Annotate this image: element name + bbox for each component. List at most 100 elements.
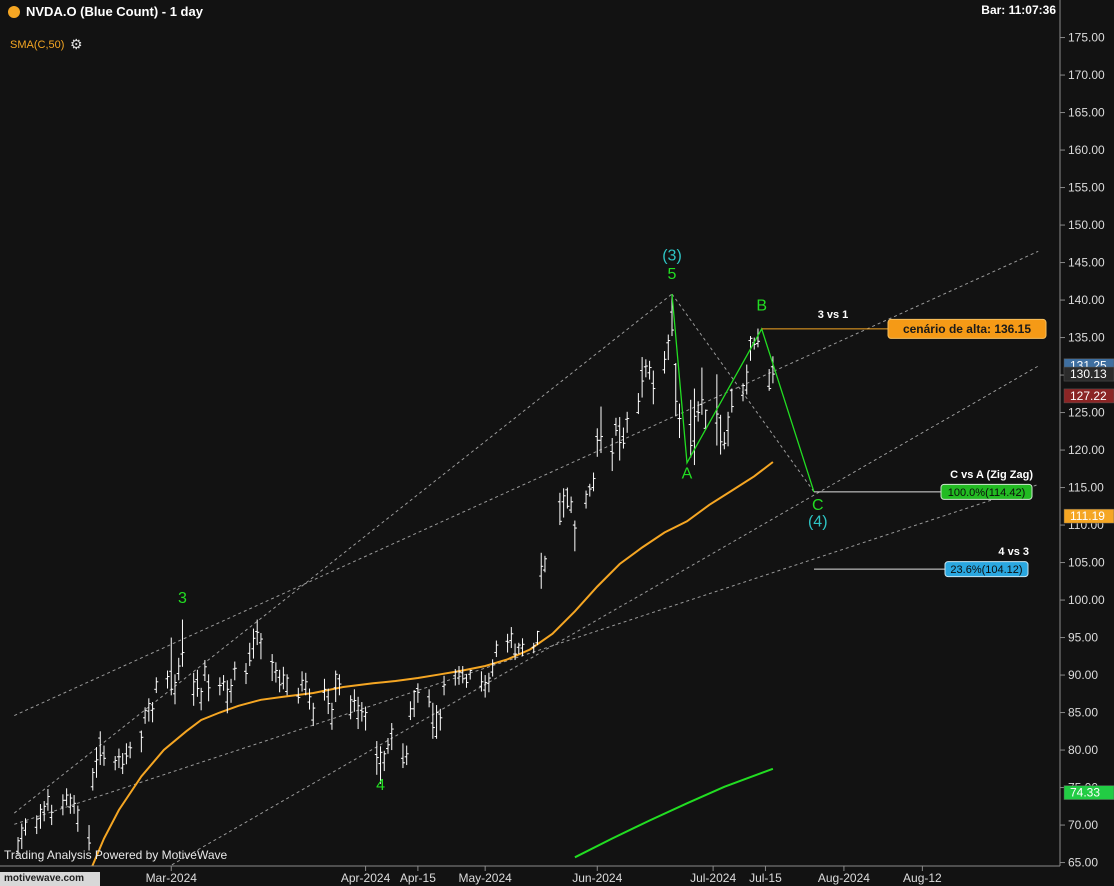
channel-line <box>13 293 673 814</box>
ohlc-bar <box>128 741 133 759</box>
ohlc-bar <box>247 642 252 667</box>
ohlc-bar <box>726 411 731 447</box>
time-axis-label: Aug-12 <box>903 871 942 885</box>
price-axis-label: 70.00 <box>1068 818 1098 832</box>
ohlc-bar <box>565 487 570 509</box>
ohlc-bar <box>677 403 682 439</box>
ohlc-bar <box>64 788 69 806</box>
ohlc-bar <box>666 334 671 361</box>
ohlc-bar <box>329 702 334 730</box>
target-group: cenário de alta: 136.15 3 vs 1 <box>761 309 1047 339</box>
ohlc-bar <box>386 738 390 754</box>
price-axis-label: 150.00 <box>1068 218 1105 232</box>
ohlc-bar <box>49 804 54 826</box>
ohlc-bar <box>640 357 645 398</box>
ohlc-bar <box>412 690 417 718</box>
time-axis-label: May-2024 <box>458 871 512 885</box>
ohlc-bar <box>430 702 435 739</box>
target-label-text: 23.6%(104.12) <box>950 564 1022 576</box>
ohlc-bar <box>143 707 148 724</box>
time-axis-label: Apr-2024 <box>341 871 391 885</box>
target-group: 23.6%(104.12) 4 vs 3 <box>814 546 1029 578</box>
price-axis-label: 80.00 <box>1068 743 1098 757</box>
ohlc-bar <box>206 674 211 702</box>
ohlc-bar <box>509 627 514 649</box>
wave-label: (3) <box>662 247 682 264</box>
price-axis-label: 160.00 <box>1068 143 1105 157</box>
ohlc-bar <box>610 438 615 472</box>
channel-line <box>14 484 1039 825</box>
ohlc-bar <box>729 388 734 413</box>
ohlc-bar <box>348 695 353 720</box>
ohlc-bar <box>232 661 237 681</box>
ohlc-bar <box>19 823 24 850</box>
ohlc-bar <box>427 689 432 708</box>
ohlc-bar <box>75 805 80 832</box>
ohlc-bar <box>124 743 129 765</box>
wave-label: 3 <box>178 590 187 607</box>
ohlc-bar <box>483 675 488 698</box>
gear-icon[interactable]: ⚙ <box>70 36 83 53</box>
ohlc-bar <box>542 555 547 573</box>
price-axis-label: 140.00 <box>1068 293 1105 307</box>
wave-label: A <box>682 466 693 483</box>
bar-timer: Bar: 11:07:36 <box>981 3 1056 17</box>
ohlc-bar <box>90 768 95 791</box>
ohlc-bar <box>281 666 286 690</box>
price-axis: 65.0070.0075.0080.0085.0090.0095.00100.0… <box>1059 0 1105 870</box>
ohlc-bar <box>34 815 39 835</box>
wave-label: C <box>812 497 824 514</box>
ohlc-bar <box>251 628 256 659</box>
ohlc-bar <box>408 701 413 721</box>
ohlc-bar <box>176 657 181 681</box>
ohlc-bar <box>165 670 170 689</box>
ohlc-bar <box>434 705 439 739</box>
ohlc-bar <box>273 662 278 683</box>
ohlc-bar <box>356 696 361 730</box>
price-axis-label: 120.00 <box>1068 443 1105 457</box>
price-chart[interactable]: (3) 5 3 4 A B C(4) cenário de alta: 136.15 3 vs … <box>0 0 1114 886</box>
ohlc-bar <box>595 428 600 457</box>
ohlc-bar <box>300 671 305 692</box>
price-axis-label: 65.00 <box>1068 856 1098 870</box>
ohlc-bar <box>23 818 28 836</box>
ohlc-bar <box>505 633 510 653</box>
price-tag-text: 111.19 <box>1070 509 1105 523</box>
ohlc-bar <box>617 417 622 461</box>
ohlc-bar <box>442 675 447 696</box>
ohlc-bar <box>561 488 566 518</box>
ohlc-bar <box>307 688 312 710</box>
time-axis-label: Jun-2024 <box>572 871 622 885</box>
ohlc-bar <box>221 675 226 691</box>
ohlc-bar <box>718 414 723 455</box>
chart-title: NVDA.O (Blue Count) - 1 day <box>26 4 203 19</box>
target-label-text: cenário de alta: 136.15 <box>903 322 1031 336</box>
price-axis-label: 125.00 <box>1068 406 1105 420</box>
ohlc-bar <box>199 687 204 711</box>
ohlc-bar <box>154 677 159 694</box>
ohlc-bar <box>662 351 667 374</box>
time-axis-label: Apr-15 <box>400 871 436 885</box>
ohlc-bar <box>285 674 290 696</box>
ohlc-bar <box>363 706 368 731</box>
ohlc-bar <box>494 640 499 658</box>
target-label-text: 100.0%(114.42) <box>948 487 1025 499</box>
ohlc-bar <box>643 359 648 378</box>
time-axis: Mar-2024 Apr-2024 Apr-15 May-2024 Jun-2024 Ju… <box>0 865 1060 885</box>
ohlc-bar <box>270 654 275 682</box>
ohlc-bar <box>479 671 484 692</box>
channel-line <box>14 250 1039 717</box>
time-axis-label: Jul-15 <box>749 871 782 885</box>
price-axis-label: 145.00 <box>1068 256 1105 270</box>
wave-label: B <box>756 298 767 315</box>
sma-indicator-label[interactable]: SMA(C,50) <box>10 39 64 51</box>
ohlc-bar <box>389 723 394 751</box>
price-tag-text: 127.22 <box>1070 389 1107 403</box>
price-axis-label: 135.00 <box>1068 331 1105 345</box>
ohlc-bar <box>326 688 331 715</box>
ohlc-bar <box>457 666 462 685</box>
ohlc-bar <box>217 677 222 696</box>
ohlc-bar <box>191 672 196 706</box>
ohlc-bar <box>382 750 387 772</box>
ohlc-bar <box>651 370 656 405</box>
